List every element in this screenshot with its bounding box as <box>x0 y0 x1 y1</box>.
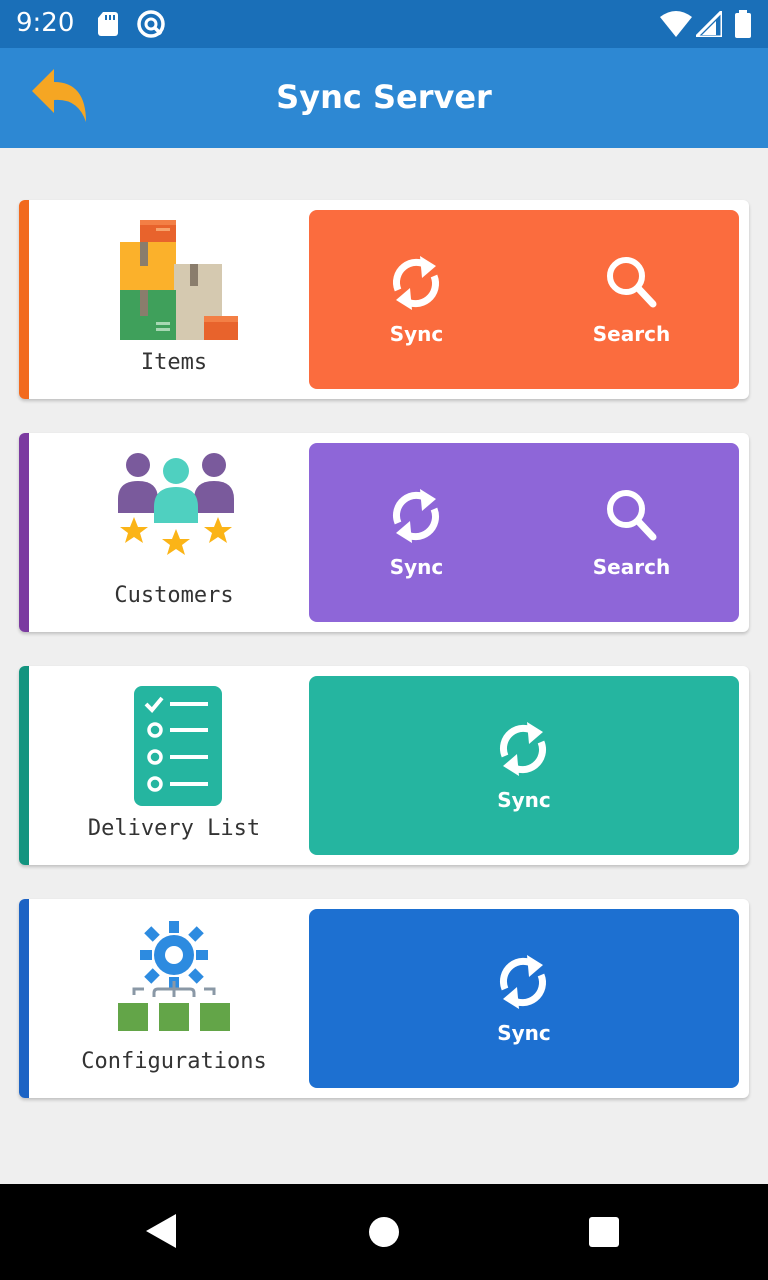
sync-status-icon <box>137 10 165 38</box>
search-label: Search <box>592 322 671 346</box>
customers-search-button[interactable]: Search <box>524 443 739 622</box>
status-bar: 9:20 <box>0 0 768 48</box>
page-title: Sync Server <box>276 78 492 116</box>
search-icon <box>607 257 657 308</box>
system-navigation-bar <box>0 1184 768 1280</box>
delivery-list-action-panel: Sync <box>309 676 739 855</box>
nav-recents-icon[interactable] <box>589 1217 619 1247</box>
nav-home-icon[interactable] <box>368 1216 400 1248</box>
items-search-button[interactable]: Search <box>524 210 739 389</box>
delivery-list-card: Delivery List Sync <box>19 666 749 865</box>
settings-network-icon <box>118 921 230 1031</box>
sync-icon <box>499 955 547 1009</box>
checklist-icon <box>134 686 222 806</box>
delivery-list-label: Delivery List <box>87 816 261 841</box>
items-label: Items <box>140 350 208 375</box>
status-time: 9:20 <box>16 8 75 38</box>
sync-label: Sync <box>389 555 444 579</box>
configurations-label: Configurations <box>81 1049 267 1074</box>
wifi-icon <box>660 11 692 37</box>
battery-icon <box>735 10 751 38</box>
card-accent-stripe <box>19 899 29 1098</box>
configurations-sync-button[interactable]: Sync <box>309 909 739 1088</box>
customers-sync-button[interactable]: Sync <box>309 443 524 622</box>
customers-rating-icon <box>118 453 234 555</box>
nav-back-icon[interactable] <box>146 1214 178 1248</box>
sync-label: Sync <box>389 322 444 346</box>
customers-card: Customers Sync Search <box>19 433 749 632</box>
configurations-card: Configurations Sync <box>19 899 749 1098</box>
search-label: Search <box>592 555 671 579</box>
search-icon <box>607 490 657 541</box>
sync-icon <box>499 722 547 776</box>
app-bar: Sync Server <box>0 48 768 148</box>
cellular-signal-icon <box>696 11 722 37</box>
sd-card-icon <box>98 12 118 36</box>
card-accent-stripe <box>19 200 29 399</box>
customers-action-panel: Sync Search <box>309 443 739 622</box>
items-card: Items Sync Search <box>19 200 749 399</box>
delivery-list-sync-button[interactable]: Sync <box>309 676 739 855</box>
customers-label: Customers <box>114 583 234 608</box>
items-action-panel: Sync Search <box>309 210 739 389</box>
card-accent-stripe <box>19 433 29 632</box>
sync-label: Sync <box>497 788 551 812</box>
boxes-icon <box>120 220 238 340</box>
card-accent-stripe <box>19 666 29 865</box>
configurations-action-panel: Sync <box>309 909 739 1088</box>
items-sync-button[interactable]: Sync <box>309 210 524 389</box>
sync-icon <box>392 489 440 543</box>
sync-label: Sync <box>497 1021 551 1045</box>
sync-icon <box>392 256 440 310</box>
